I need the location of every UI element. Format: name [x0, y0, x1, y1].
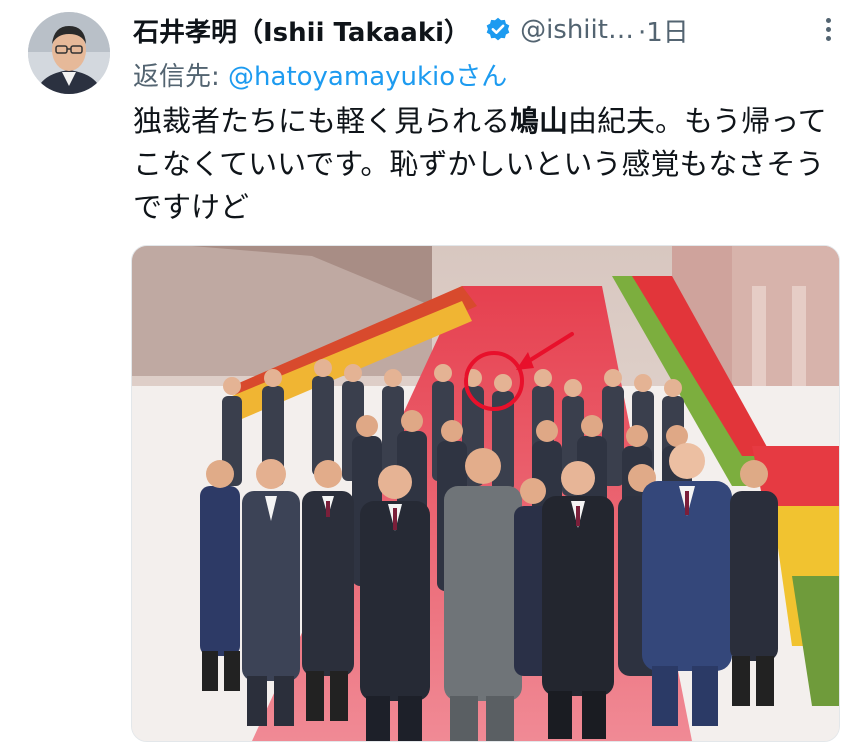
tweet-text-before: 独裁者たちにも軽く見られる — [133, 104, 511, 138]
more-options-icon[interactable] — [818, 14, 838, 44]
tweet-header: 石井孝明（Ishii Takaaki） @ishiit… ·1日 — [133, 10, 844, 50]
reply-suffix: さん — [455, 62, 508, 92]
avatar-photo — [28, 12, 110, 94]
verified-badge-icon — [484, 16, 512, 44]
tweet-media-photo[interactable] — [131, 245, 840, 742]
tweet-text-highlight: 鳩山 — [510, 104, 569, 138]
tweet-timestamp[interactable]: ·1日 — [638, 12, 689, 49]
group-photo-illustration — [132, 246, 839, 741]
reply-prefix: 返信先: — [133, 62, 229, 92]
tweet-text: 独裁者たちにも軽く見られる鳩山由紀夫。もう帰ってこなくていいです。恥ずかしいとい… — [133, 100, 845, 229]
author-display-name[interactable]: 石井孝明（Ishii Takaaki） — [133, 12, 470, 49]
author-avatar[interactable] — [28, 12, 110, 94]
reply-context: 返信先: @hatoyamayukioさん — [133, 56, 507, 93]
reply-target-link[interactable]: @hatoyamayukio — [228, 62, 455, 92]
author-handle[interactable]: @ishiit… — [520, 15, 634, 45]
